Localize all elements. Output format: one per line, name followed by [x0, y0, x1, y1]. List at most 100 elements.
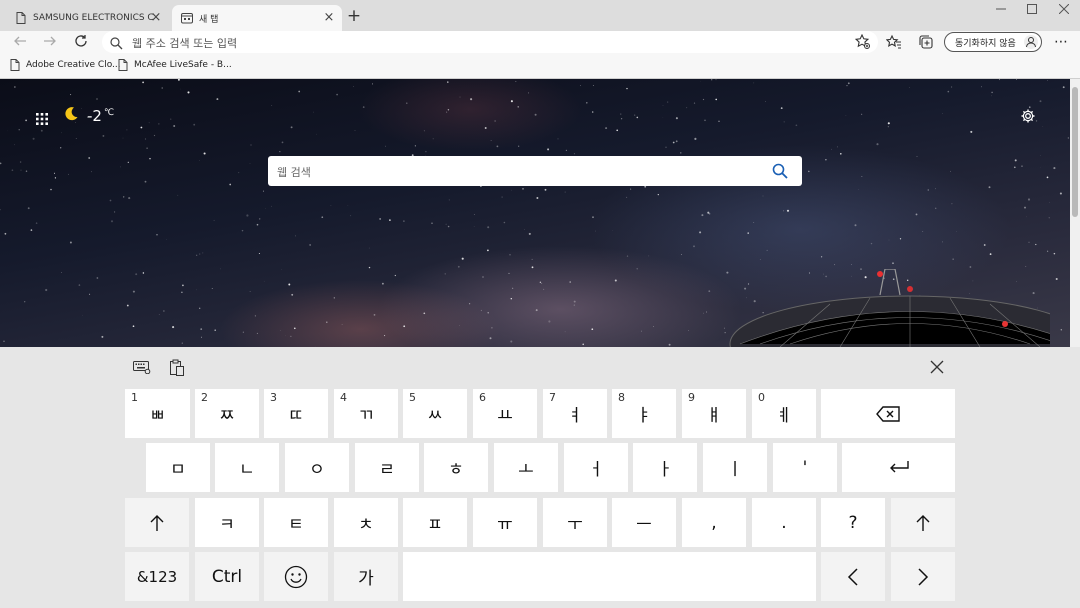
key-ieung[interactable]: ㅇ [285, 443, 349, 492]
more-icon[interactable]: ⋯ [1052, 34, 1070, 52]
shift-key-left[interactable] [125, 498, 189, 547]
star [667, 101, 669, 103]
key-o[interactable]: ㅗ [494, 443, 558, 492]
shift-key-right[interactable] [891, 498, 955, 547]
web-search-box[interactable]: 웹 검색 [268, 156, 802, 186]
search-icon[interactable] [772, 163, 788, 183]
star [626, 196, 628, 198]
key-period[interactable]: . [752, 498, 816, 547]
star [373, 314, 376, 316]
key-yu[interactable]: ㅠ [473, 498, 537, 547]
space-key[interactable] [403, 552, 816, 601]
star [199, 307, 201, 309]
key-8[interactable]: 8ㅑ [612, 389, 676, 438]
key-9[interactable]: 9ㅒ [682, 389, 746, 438]
key-a[interactable]: ㅏ [633, 443, 697, 492]
key-label: ㄴ [239, 460, 255, 480]
key-n[interactable]: ㄴ [215, 443, 279, 492]
key-4[interactable]: 4ㄲ [334, 389, 398, 438]
star [501, 196, 503, 198]
minimize-icon[interactable] [994, 3, 1008, 17]
key-h[interactable]: ㅎ [424, 443, 488, 492]
star [870, 242, 873, 245]
weather-widget[interactable]: -2 ℃ [64, 106, 114, 125]
backspace-key[interactable] [821, 389, 955, 438]
favorites-icon[interactable] [885, 34, 904, 52]
arrow-left-key[interactable] [821, 552, 885, 601]
key-3[interactable]: 3ㄸ [264, 389, 328, 438]
star [591, 111, 594, 113]
key-question[interactable]: ? [821, 498, 885, 547]
star [406, 102, 408, 104]
key-6[interactable]: 6ㅛ [473, 389, 537, 438]
key-ch[interactable]: ㅊ [334, 498, 398, 547]
arrow-right-key[interactable] [891, 552, 955, 601]
gear-icon[interactable] [1020, 108, 1036, 128]
ctrl-key[interactable]: Ctrl [195, 552, 259, 601]
address-bar[interactable]: 웹 주소 검색 또는 입력 [102, 31, 878, 53]
star [394, 274, 396, 277]
close-icon[interactable] [930, 359, 945, 374]
key-p[interactable]: ㅍ [403, 498, 467, 547]
key-5[interactable]: 5ㅆ [403, 389, 467, 438]
close-icon[interactable]: × [322, 11, 336, 25]
star [482, 276, 484, 278]
key-eo[interactable]: ㅓ [564, 443, 628, 492]
key-label: ㅋ [219, 515, 235, 535]
key-2[interactable]: 2ㅉ [195, 389, 259, 438]
new-tab-button[interactable]: + [346, 8, 362, 25]
sync-button[interactable]: 동기화하지 않음 [944, 32, 1042, 52]
scrollbar[interactable] [1070, 79, 1080, 347]
star [795, 124, 798, 127]
star [491, 327, 493, 329]
collections-icon[interactable] [918, 34, 936, 52]
key-7[interactable]: 7ㅕ [543, 389, 607, 438]
key-0[interactable]: 0ㅖ [752, 389, 816, 438]
bookmark-adobe[interactable]: Adobe Creative Clo... [10, 59, 121, 71]
star [362, 106, 365, 108]
key-i[interactable]: ㅣ [703, 443, 767, 492]
key-r[interactable]: ㄹ [355, 443, 419, 492]
star [341, 324, 343, 325]
tab-samsung[interactable]: SAMSUNG ELECTRONICS CO., LTD. × [7, 5, 169, 31]
scrollbar-thumb[interactable] [1072, 87, 1078, 217]
language-key[interactable]: 가 [334, 552, 398, 601]
star [548, 320, 551, 323]
enter-key[interactable] [842, 443, 955, 492]
key-eu[interactable]: ㅡ [612, 498, 676, 547]
star [1035, 243, 1037, 246]
window-close-icon[interactable] [1057, 3, 1071, 17]
apps-grid-icon[interactable] [36, 110, 48, 125]
key-k[interactable]: ㅋ [195, 498, 259, 547]
close-icon[interactable]: × [149, 11, 163, 25]
emoji-key[interactable] [264, 552, 328, 601]
key-1[interactable]: 1ㅃ [125, 389, 190, 438]
keyboard-settings-icon[interactable] [133, 359, 151, 378]
star [480, 309, 482, 312]
add-favorite-icon[interactable] [854, 33, 870, 53]
star [262, 190, 264, 192]
key-m[interactable]: ㅁ [146, 443, 210, 492]
star [522, 188, 524, 190]
bookmark-mcafee[interactable]: McAfee LiveSafe - B... [118, 59, 232, 71]
key-label: ㅏ [657, 460, 673, 480]
key-u[interactable]: ㅜ [543, 498, 607, 547]
maximize-icon[interactable] [1025, 3, 1039, 17]
star [535, 309, 538, 312]
forward-button[interactable] [41, 34, 59, 52]
star [564, 331, 566, 333]
star [899, 238, 902, 240]
back-button[interactable] [11, 34, 29, 52]
symbols-key[interactable]: &123 [125, 552, 189, 601]
key-number: 0 [758, 391, 765, 404]
star [706, 311, 707, 313]
refresh-button[interactable] [72, 34, 90, 52]
key-t[interactable]: ㅌ [264, 498, 328, 547]
star [573, 304, 575, 306]
star [1053, 252, 1056, 255]
clipboard-icon[interactable] [169, 359, 185, 380]
key-apostrophe[interactable]: ' [773, 443, 837, 492]
key-comma[interactable]: , [682, 498, 746, 547]
tab-new-tab[interactable]: 새 탭 × [172, 5, 342, 31]
star [531, 266, 534, 269]
